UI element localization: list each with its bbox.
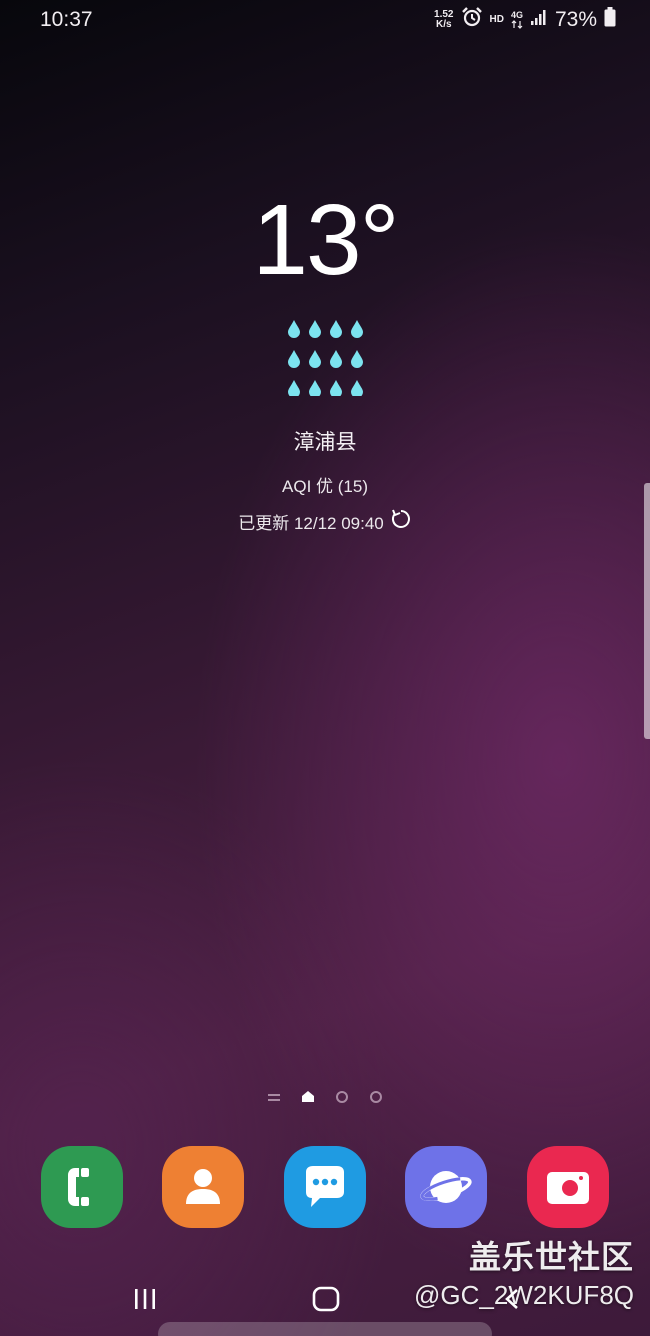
rain-drop-3 <box>351 320 363 338</box>
rain-drop-7 <box>351 350 363 368</box>
contacts-icon <box>162 1146 244 1228</box>
mobile-data-indicator: 4G <box>510 9 523 29</box>
camera-app[interactable] <box>527 1146 609 1228</box>
status-icons: 1.52 K/s HD 4G 73% <box>434 6 616 33</box>
rain-drop-9 <box>309 380 321 396</box>
page-indicator[interactable] <box>266 1088 386 1106</box>
home-page-indicator-icon[interactable] <box>302 1091 314 1102</box>
data-arrows-icon <box>511 19 523 29</box>
briefing-page-indicator[interactable] <box>268 1094 280 1101</box>
network-speed-unit: K/s <box>435 18 452 30</box>
rain-drop-6 <box>330 350 342 368</box>
rain-drop-10 <box>330 380 342 396</box>
page-dot-2[interactable] <box>336 1091 348 1103</box>
status-time: 10:37 <box>40 8 93 31</box>
alarm-icon <box>461 6 483 33</box>
network-speed-value: 1.52 <box>434 8 454 20</box>
air-quality-index: AQI 优 (15) <box>282 477 368 496</box>
rain-drop-2 <box>330 320 342 338</box>
rain-icon <box>288 320 363 396</box>
app-dock <box>0 1146 650 1230</box>
recent-apps-button[interactable] <box>125 1284 165 1314</box>
phone-app[interactable] <box>41 1146 123 1228</box>
battery-percentage: 73% <box>554 7 597 31</box>
camera-icon <box>527 1146 609 1228</box>
status-bar: 10:37 1.52 K/s HD 4G 73% <box>0 0 650 40</box>
network-type-label: 4G <box>510 9 523 20</box>
battery-icon <box>604 7 616 32</box>
internet-icon <box>405 1146 487 1228</box>
location-name: 漳浦县 <box>293 431 357 454</box>
rain-drop-11 <box>351 380 363 396</box>
rain-drop-1 <box>309 320 321 338</box>
rain-drop-0 <box>288 320 300 338</box>
rain-drop-4 <box>288 350 300 368</box>
rain-drop-5 <box>309 350 321 368</box>
refresh-icon[interactable] <box>390 508 412 535</box>
contacts-app[interactable] <box>162 1146 244 1228</box>
last-updated: 已更新 12/12 09:40 <box>0 508 650 535</box>
edge-panel-handle[interactable] <box>644 483 650 739</box>
messages-icon <box>284 1146 366 1228</box>
network-speed: 1.52 K/s <box>434 8 454 30</box>
messages-app[interactable] <box>284 1146 366 1228</box>
temperature: 13° <box>252 184 399 296</box>
phone-icon <box>41 1146 123 1228</box>
page-dot-3[interactable] <box>370 1091 382 1103</box>
home-icon <box>312 1286 340 1312</box>
last-updated-text: 已更新 12/12 09:40 <box>238 514 384 533</box>
internet-app[interactable] <box>405 1146 487 1228</box>
hd-voice-badge: HD <box>489 14 504 25</box>
home-button[interactable] <box>306 1284 346 1314</box>
signal-icon <box>530 8 548 31</box>
back-icon <box>505 1289 518 1309</box>
recent-apps-icon <box>135 1289 155 1309</box>
back-button[interactable] <box>492 1284 532 1314</box>
rain-drop-8 <box>288 380 300 396</box>
bottom-gesture-bar <box>158 1322 492 1336</box>
